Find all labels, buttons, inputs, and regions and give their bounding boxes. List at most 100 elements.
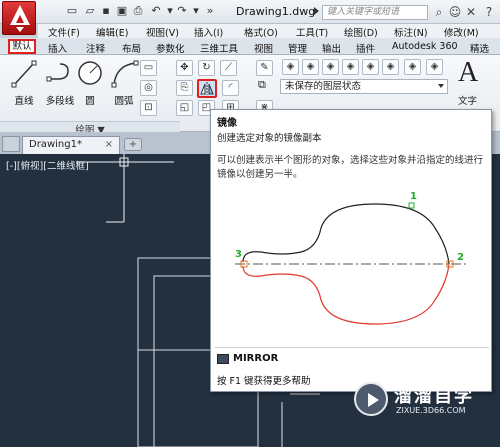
redo-dropdown-icon[interactable]: ▾ xyxy=(190,5,202,17)
tab-insert[interactable]: 插入 xyxy=(48,41,67,55)
redo-icon[interactable]: ↷ xyxy=(176,5,188,17)
application-menu-button[interactable] xyxy=(2,1,36,35)
tab-manage[interactable]: 管理 xyxy=(288,41,307,55)
layer-unisolate-icon[interactable]: ◈ xyxy=(382,59,399,75)
tooltip-description: 创建选定对象的镜像副本 xyxy=(217,133,322,144)
save-icon[interactable]: ▪ xyxy=(100,5,112,17)
undo-dropdown-icon[interactable]: ▾ xyxy=(164,5,176,17)
arc-tool[interactable]: 圆弧 xyxy=(104,55,144,117)
arc-icon xyxy=(111,60,139,88)
layer-state-icon: ⧉ xyxy=(258,78,266,91)
drawing-tab[interactable]: Drawing1* × xyxy=(22,136,120,154)
layer-state-value: 未保存的图层状态 xyxy=(285,81,362,92)
search-input[interactable]: 键入关键字或短语 xyxy=(322,5,428,20)
undo-icon[interactable]: ↶ xyxy=(150,5,162,17)
menu-view[interactable]: 视图(V) xyxy=(146,25,179,39)
mirror-illustration: 1 2 3 xyxy=(235,191,469,325)
open-folder-icon[interactable]: ▱ xyxy=(84,5,96,17)
tab-output[interactable]: 输出 xyxy=(322,41,341,55)
draw-panel-label[interactable]: 绘图 ▼ xyxy=(0,121,180,136)
search-expand-icon[interactable] xyxy=(314,7,319,15)
tooltip-divider xyxy=(215,347,489,348)
mirror-tooltip: 镜像 创建选定对象的镜像副本 可以创建表示半个图形的对象，选择这些对象并沿指定的… xyxy=(210,109,492,392)
user-icon[interactable]: ☺ xyxy=(448,5,462,19)
menu-draw[interactable]: 绘图(D) xyxy=(344,25,378,39)
mirrored-shape xyxy=(242,263,450,325)
rectangle-icon[interactable]: ▭ xyxy=(140,60,157,76)
menu-edit[interactable]: 编辑(E) xyxy=(96,25,128,39)
viewport-controls-label[interactable]: [-][俯视][二维线框] xyxy=(6,158,89,172)
menu-dimension[interactable]: 标注(N) xyxy=(394,25,428,39)
line-tool-label: 直线 xyxy=(14,96,34,107)
tab-featured[interactable]: 精选 xyxy=(470,41,489,55)
mirror-icon xyxy=(200,82,214,95)
new-file-icon[interactable]: ▭ xyxy=(66,5,78,17)
new-tab-button[interactable]: + xyxy=(124,138,142,151)
tab-3d-tools[interactable]: 三维工具 xyxy=(200,41,238,55)
title-bar: ▭ ▱ ▪ ▣ ⎙ ↶ ▾ ↷ ▾ » Drawing1.dwg 键入关键字或短… xyxy=(0,0,500,24)
line-tool[interactable]: 直线 xyxy=(4,55,44,117)
hatch-icon[interactable]: ◎ xyxy=(140,80,157,96)
print-icon[interactable]: ⎙ xyxy=(132,5,144,17)
erase-icon[interactable]: ✎ xyxy=(256,60,273,76)
tab-default[interactable]: 默认 xyxy=(8,39,36,54)
fillet-icon[interactable]: ◜ xyxy=(222,80,239,96)
ribbon-tab-bar: 默认 插入 注释 布局 参数化 三维工具 视图 管理 输出 插件 Autodes… xyxy=(0,38,500,55)
tooltip-detail: 可以创建表示半个图形的对象，选择这些对象并沿指定的线进行镜像以创建另一半。 xyxy=(217,155,484,180)
menu-insert[interactable]: 插入(I) xyxy=(194,25,223,39)
layer-iso-icon[interactable]: ◈ xyxy=(362,59,379,75)
text-tool[interactable]: A 文字 xyxy=(456,57,486,112)
layer-freeze-icon[interactable]: ◈ xyxy=(302,59,319,75)
help-icon[interactable]: ? xyxy=(482,5,496,19)
point-1-label: 1 xyxy=(410,191,417,202)
layer-properties-icon[interactable]: ◈ xyxy=(282,59,299,75)
menu-format[interactable]: 格式(O) xyxy=(244,25,278,39)
exchange-icon[interactable]: ✕ xyxy=(464,5,478,19)
point-2-label: 2 xyxy=(457,252,464,263)
chevron-down-icon xyxy=(438,84,444,88)
save-as-icon[interactable]: ▣ xyxy=(116,5,128,17)
tab-view[interactable]: 视图 xyxy=(254,41,273,55)
menu-bar: 文件(F) 编辑(E) 视图(V) 插入(I) 格式(O) 工具(T) 绘图(D… xyxy=(38,24,500,39)
drawing-tab-label: Drawing1* xyxy=(29,139,82,150)
gradient-icon[interactable]: ⊡ xyxy=(140,100,157,116)
layer-walk-icon[interactable]: ◈ xyxy=(426,59,443,75)
layer-state-dropdown[interactable]: 未保存的图层状态 xyxy=(280,79,448,94)
tooltip-help: 按 F1 键获得更多帮助 xyxy=(217,376,311,387)
text-tool-icon: A xyxy=(458,57,479,88)
original-shape xyxy=(242,203,450,265)
move-icon[interactable]: ✥ xyxy=(176,60,193,76)
watermark-url: ZIXUE.3D66.COM xyxy=(396,406,466,415)
tab-layout[interactable]: 布局 xyxy=(122,41,141,55)
watermark-logo xyxy=(354,382,388,416)
trim-icon[interactable]: ⟋ xyxy=(220,60,237,76)
tab-parametric[interactable]: 参数化 xyxy=(156,41,185,55)
arc-tool-label: 圆弧 xyxy=(114,96,134,107)
tab-annotate[interactable]: 注释 xyxy=(86,41,105,55)
layer-match-icon[interactable]: ◈ xyxy=(404,59,421,75)
tab-plugins[interactable]: 插件 xyxy=(356,41,375,55)
watermark-name: 溜溜自学 xyxy=(394,386,474,407)
search-icon[interactable]: ⌕ xyxy=(432,5,446,19)
tab-autodesk-360[interactable]: Autodesk 360 xyxy=(392,41,458,52)
menu-tools[interactable]: 工具(T) xyxy=(296,25,328,39)
rotate-icon[interactable]: ↻ xyxy=(198,60,215,76)
line-icon xyxy=(11,60,37,88)
close-icon[interactable]: × xyxy=(105,137,113,153)
document-title: Drawing1.dwg xyxy=(236,5,316,18)
menu-modify[interactable]: 修改(M) xyxy=(444,25,479,39)
chevron-down-icon xyxy=(16,27,24,32)
text-tool-label: 文字 xyxy=(458,96,478,107)
layer-lock-icon[interactable]: ◈ xyxy=(342,59,359,75)
stretch-icon[interactable]: ◱ xyxy=(176,100,193,116)
mirror-tool-button[interactable] xyxy=(197,79,217,98)
point-3-label: 3 xyxy=(235,249,242,260)
copy-icon[interactable]: ⎘ xyxy=(176,80,193,96)
tooltip-title: 镜像 xyxy=(217,118,237,129)
layer-off-icon[interactable]: ◈ xyxy=(322,59,339,75)
more-icon[interactable]: » xyxy=(204,5,216,17)
menu-file[interactable]: 文件(F) xyxy=(48,25,80,39)
command-line-icon xyxy=(217,354,229,364)
start-tab[interactable] xyxy=(2,136,20,152)
tooltip-command: MIRROR xyxy=(233,353,279,364)
